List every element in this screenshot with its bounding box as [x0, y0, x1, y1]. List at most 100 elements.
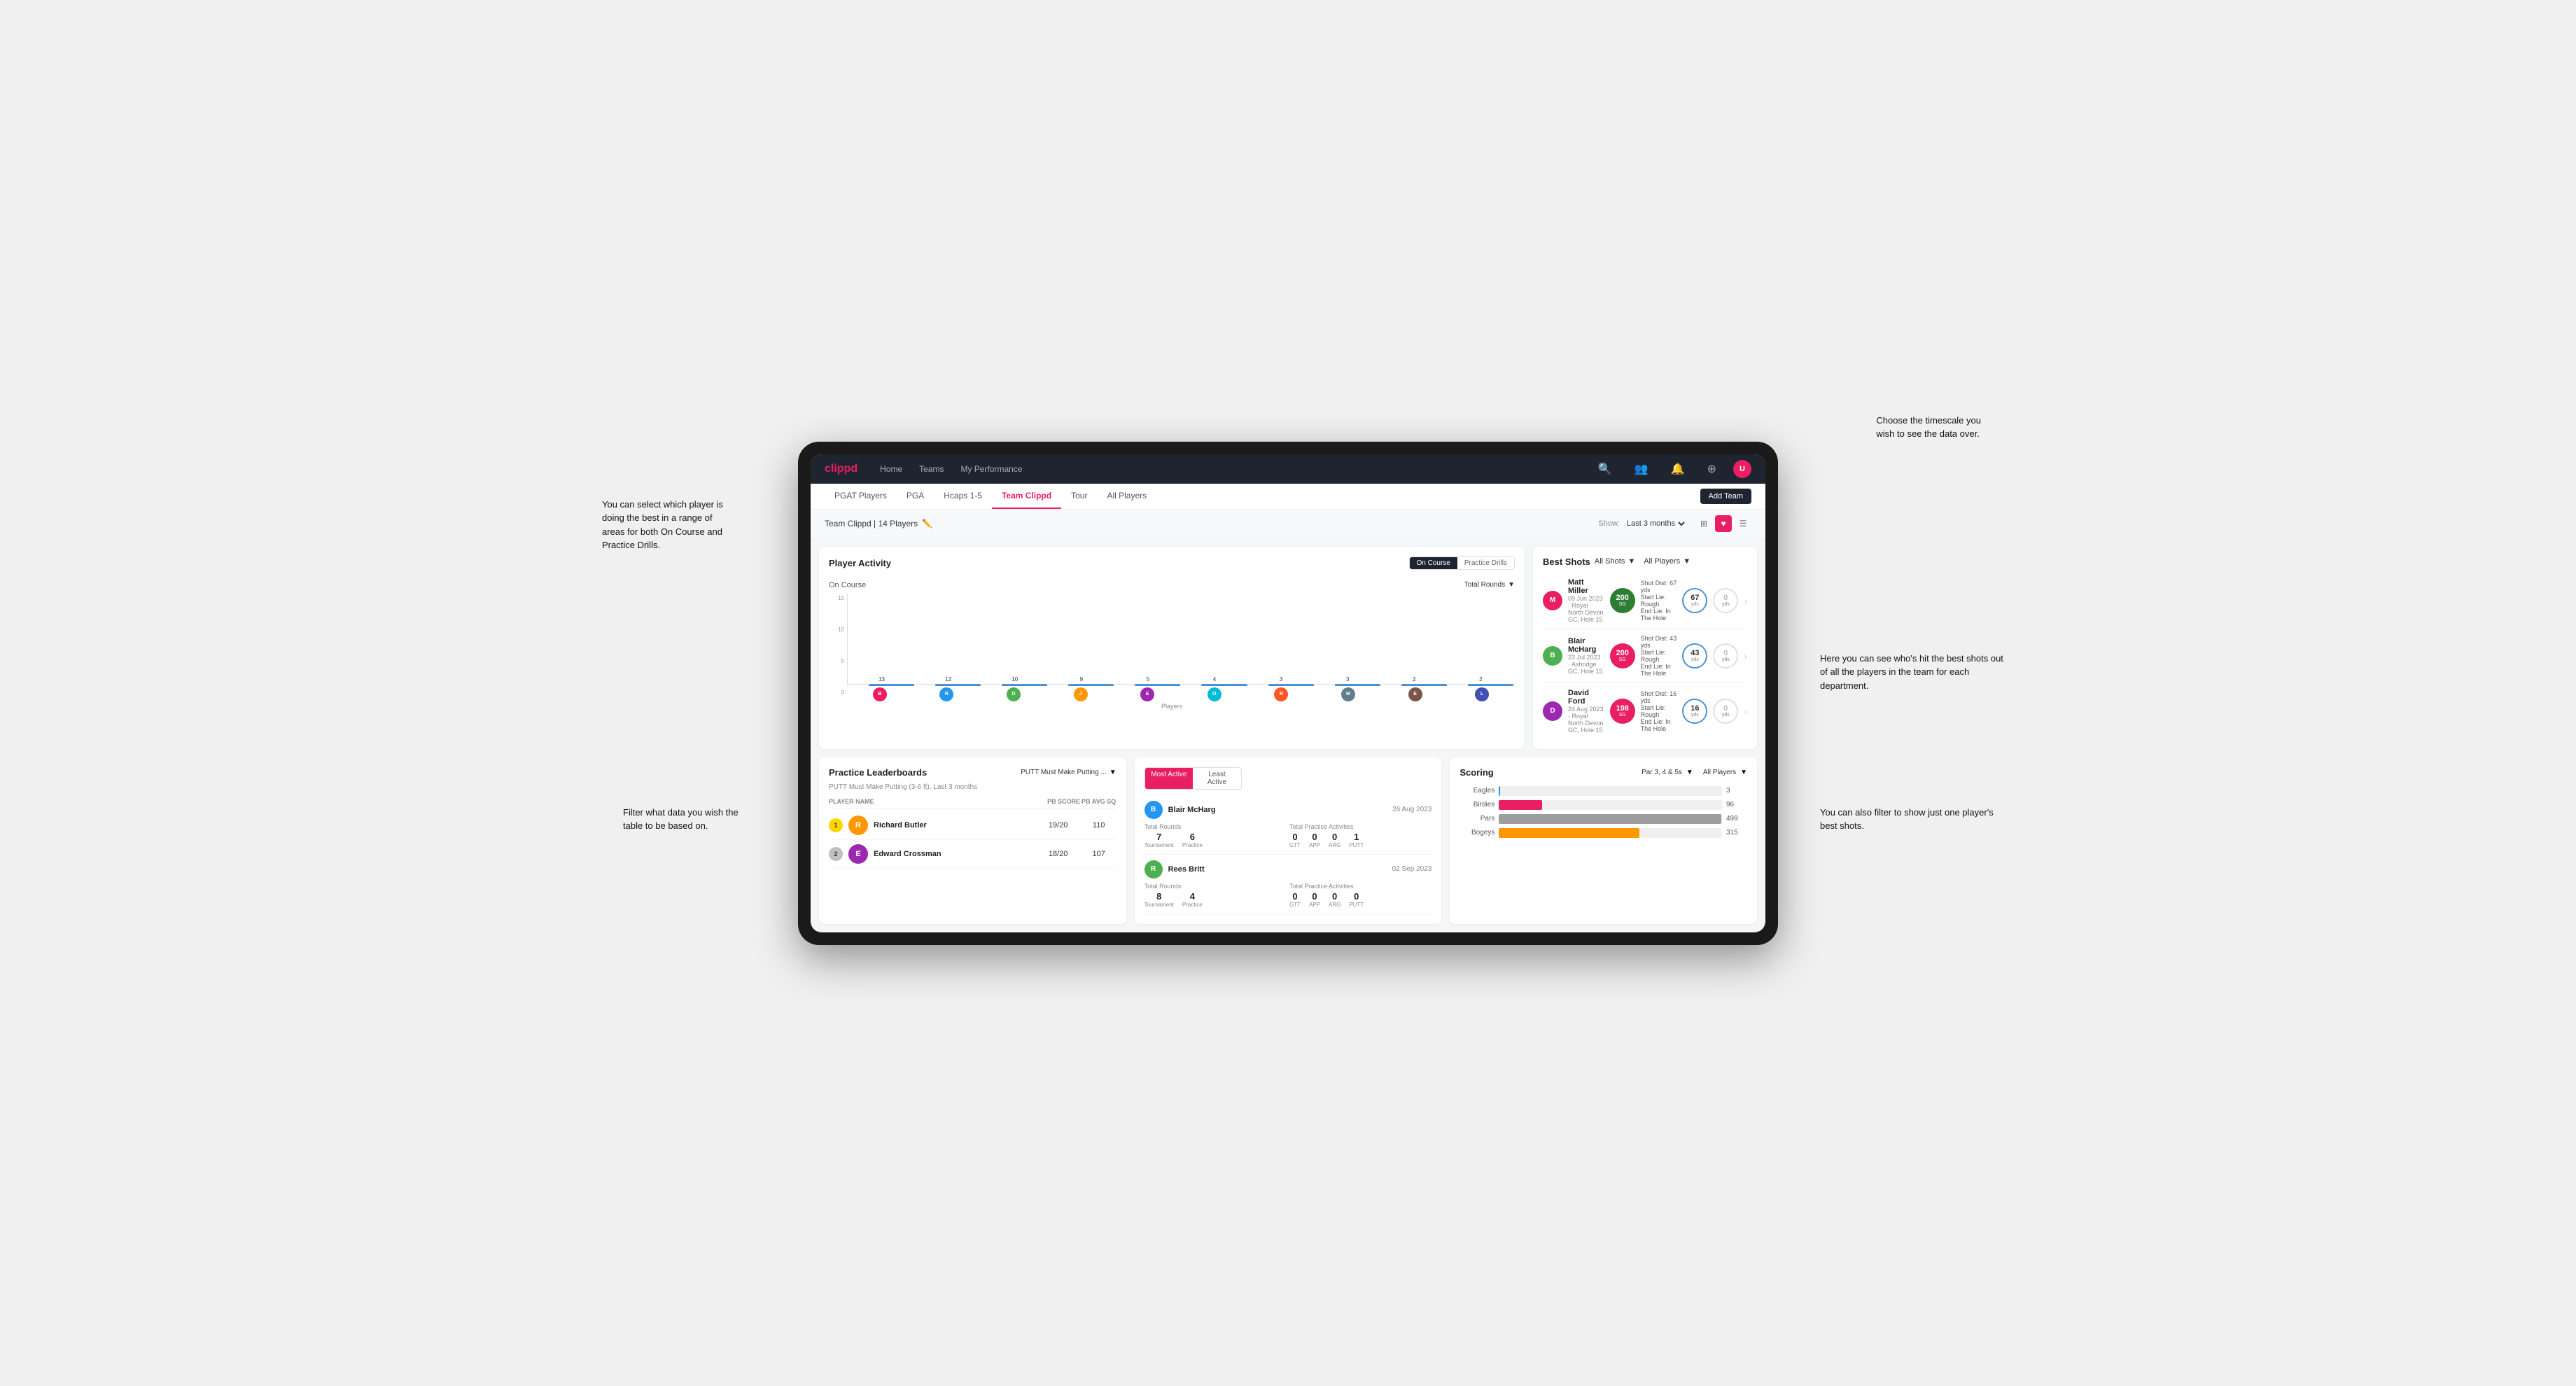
- plus-circle-icon[interactable]: ⊕: [1707, 462, 1716, 476]
- gtt-stat: 0 GTT: [1289, 832, 1301, 848]
- bar-value: 10: [1011, 676, 1018, 682]
- bar-highlight: [1068, 684, 1114, 686]
- bar-highlight: [869, 684, 914, 686]
- arg-num: 0: [1332, 891, 1337, 902]
- show-select[interactable]: Last 3 months Last 6 months Last year: [1624, 519, 1687, 528]
- bar-highlight: [1268, 684, 1314, 686]
- nav-item-home[interactable]: Home: [880, 464, 902, 474]
- shot-stat-2: 0 yds: [1713, 588, 1738, 613]
- arg-stat: 0 ARG: [1329, 832, 1340, 848]
- player-activity-title: Player Activity: [829, 558, 891, 568]
- callout-bottom-left: Filter what data you wish the table to b…: [623, 806, 738, 833]
- shot-stat-1: 67 yds: [1682, 588, 1707, 613]
- bar-value: 13: [878, 676, 885, 682]
- chart-area: On Course Total Rounds ▼ 15 10 5: [829, 575, 1515, 715]
- chevron-right-icon[interactable]: ›: [1744, 595, 1747, 606]
- chevron-right-icon[interactable]: ›: [1744, 706, 1747, 717]
- putt-num: 1: [1354, 832, 1359, 842]
- page-wrapper: Choose the timescale you wish to see the…: [798, 442, 1778, 945]
- nav-logo: clippd: [825, 463, 858, 475]
- player-activity-card: Player Activity On Course Practice Drill…: [819, 547, 1525, 749]
- tab-hcaps[interactable]: Hcaps 1-5: [934, 484, 992, 509]
- player-avatar-small: E: [1382, 687, 1448, 701]
- tab-pgat-players[interactable]: PGAT Players: [825, 484, 897, 509]
- practice-activities-row: 0 GTT 0 APP 0 ARG 1 PUTT: [1289, 832, 1432, 848]
- show-label: Show:: [1598, 519, 1620, 528]
- avatar-row: BRDJEORMEL: [847, 687, 1515, 701]
- bar-value: 4: [1213, 676, 1216, 682]
- tab-team-clippd[interactable]: Team Clippd: [992, 484, 1061, 509]
- y-label-10: 10: [829, 626, 844, 633]
- heart-view-button[interactable]: ♥: [1715, 515, 1732, 532]
- tournament-label: Tournament: [1144, 842, 1174, 848]
- shot-badge-num: 200: [1616, 650, 1628, 657]
- shot-badge-num: 200: [1616, 594, 1628, 602]
- arg-label: ARG: [1329, 842, 1340, 848]
- scoring-title: Scoring: [1460, 767, 1493, 778]
- avatar[interactable]: U: [1733, 460, 1751, 478]
- callout-right-mid: Here you can see who's hit the best shot…: [1820, 652, 2009, 693]
- shot-player-name: Matt Miller: [1568, 578, 1604, 595]
- tab-pga[interactable]: PGA: [897, 484, 934, 509]
- practice-num: 6: [1190, 832, 1195, 842]
- player-avatar-small: E: [1114, 687, 1180, 701]
- active-player-name: Blair McHarg: [1168, 806, 1387, 814]
- list-view-button[interactable]: ☰: [1735, 515, 1751, 532]
- shot-item: B Blair McHarg 23 Jul 2023 · Ashridge GC…: [1543, 629, 1747, 683]
- lb-avatar: E: [848, 844, 868, 864]
- nav-item-performance[interactable]: My Performance: [960, 464, 1022, 474]
- users-icon[interactable]: 👥: [1634, 462, 1648, 476]
- view-icons: ⊞ ♥ ☰: [1695, 515, 1751, 532]
- scoring-bar-wrap: [1499, 786, 1722, 796]
- practice-activities-row: 0 GTT 0 APP 0 ARG 0 PUTT: [1289, 891, 1432, 908]
- shot-avatar: M: [1543, 591, 1562, 610]
- shot-stat-1: 43 yds: [1682, 643, 1707, 668]
- gtt-num: 0: [1292, 832, 1297, 842]
- chevron-right-icon[interactable]: ›: [1744, 650, 1747, 662]
- bar-group: 5: [1115, 676, 1180, 684]
- leaderboard-filter[interactable]: PUTT Must Make Putting ... ▼: [1021, 769, 1116, 776]
- lb-pb-score: 18/20: [1041, 850, 1076, 858]
- chart-filter[interactable]: Total Rounds ▼: [1464, 581, 1515, 589]
- tab-all-players[interactable]: All Players: [1097, 484, 1156, 509]
- bar-value: 3: [1346, 676, 1349, 682]
- putt-num: 0: [1354, 891, 1359, 902]
- scoring-row-label: Pars: [1460, 815, 1494, 822]
- add-team-button[interactable]: Add Team: [1700, 489, 1751, 504]
- tab-tour[interactable]: Tour: [1061, 484, 1097, 509]
- most-active-tab[interactable]: Most Active: [1145, 768, 1194, 789]
- active-avatar: R: [1144, 860, 1163, 878]
- nav-item-teams[interactable]: Teams: [919, 464, 944, 474]
- search-icon[interactable]: 🔍: [1598, 462, 1612, 476]
- arg-label: ARG: [1329, 902, 1340, 908]
- callout-right-bottom: You can also filter to show just one pla…: [1820, 806, 2009, 833]
- shot-items-list: M Matt Miller 09 Jun 2023 · Royal North …: [1543, 573, 1747, 739]
- bar-group: 9: [1049, 676, 1114, 684]
- shot-stat-num-1: 67: [1690, 594, 1699, 602]
- app-label: APP: [1309, 902, 1320, 908]
- shot-details: Shot Dist: 67 yds Start Lie: Rough End L…: [1641, 580, 1677, 622]
- practice-drills-toggle[interactable]: Practice Drills: [1457, 557, 1514, 569]
- shot-badge-label: SG: [1619, 713, 1626, 718]
- on-course-toggle[interactable]: On Course: [1410, 557, 1457, 569]
- edit-icon[interactable]: ✏️: [922, 519, 932, 528]
- shot-player-meta: 09 Jun 2023 · Royal North Devon GC, Hole…: [1568, 595, 1604, 623]
- all-shots-filter[interactable]: All Shots ▼: [1595, 557, 1635, 566]
- all-players-filter[interactable]: All Players ▼: [1644, 557, 1690, 566]
- total-rounds-section: Total Rounds 7 Tournament 6 Practice: [1144, 823, 1287, 848]
- best-shots-header: Best Shots All Shots ▼ All Players ▼: [1543, 556, 1747, 567]
- tournament-stat: 7 Tournament: [1144, 832, 1174, 848]
- leaderboard-subtitle: PUTT Must Make Putting (3-6 ft), Last 3 …: [829, 783, 1116, 791]
- avatar-circle: J: [1074, 687, 1088, 701]
- shot-stat-label-1: yds: [1691, 713, 1699, 718]
- bar-group: 12: [916, 676, 981, 684]
- activity-toggle: On Course Practice Drills: [1409, 556, 1515, 570]
- player-avatar-small: R: [1249, 687, 1315, 701]
- bell-icon[interactable]: 🔔: [1671, 462, 1685, 476]
- active-player-name: Rees Britt: [1168, 865, 1387, 874]
- least-active-tab[interactable]: Least Active: [1193, 768, 1241, 789]
- grid-view-button[interactable]: ⊞: [1695, 515, 1712, 532]
- shot-stat-2: 0 yds: [1713, 643, 1738, 668]
- lb-pb-score: 19/20: [1041, 821, 1076, 830]
- shot-player-meta: 23 Jul 2023 · Ashridge GC, Hole 15: [1568, 654, 1604, 675]
